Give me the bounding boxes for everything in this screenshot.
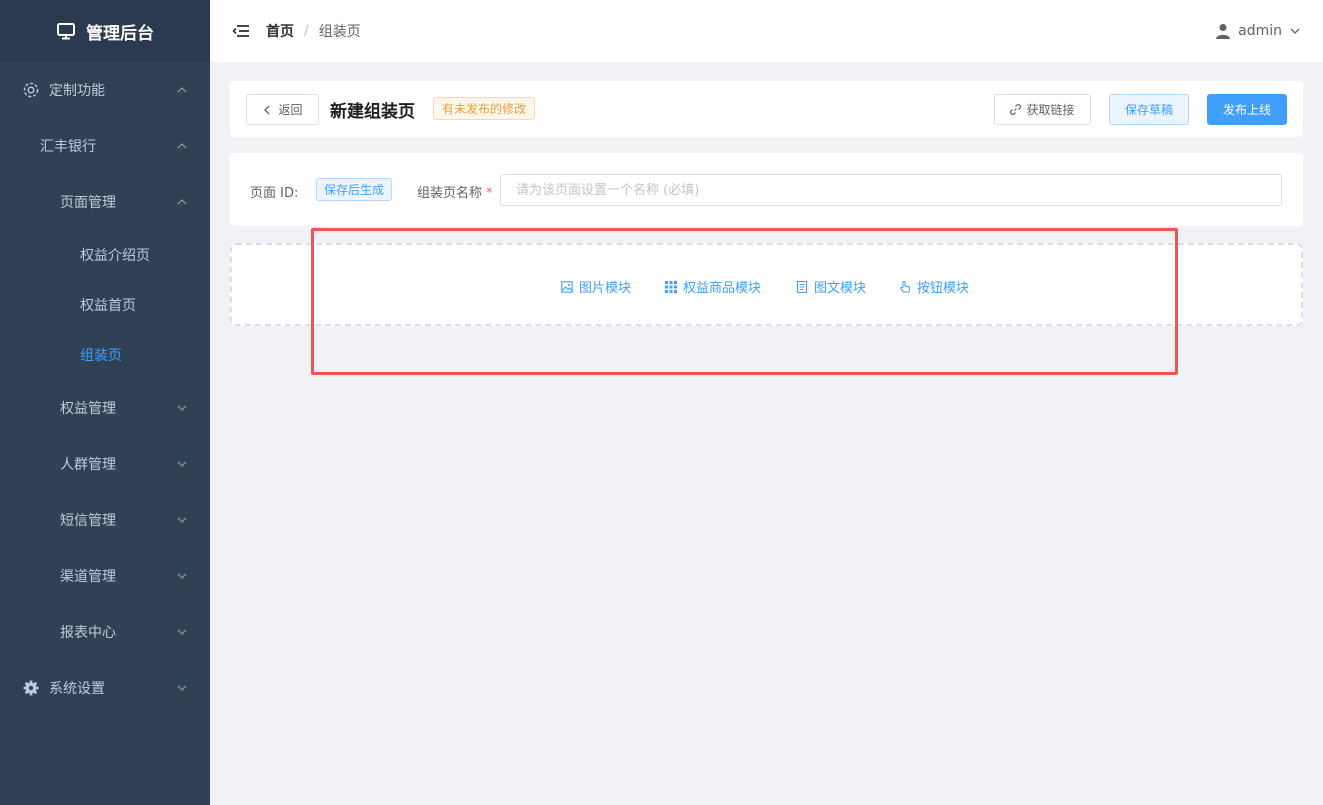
module-label: 图文模块: [814, 281, 867, 296]
user-dropdown[interactable]: admin: [1215, 0, 1301, 62]
image-icon: [561, 280, 573, 293]
menu-label: 页面管理: [60, 195, 116, 211]
menu-label: 渠道管理: [60, 569, 116, 585]
sidebar-item-benefit-intro[interactable]: 权益介绍页: [0, 230, 210, 280]
sidebar-item-benefit-home[interactable]: 权益首页: [0, 280, 210, 330]
sidebar: 管理后台 定制功能 汇丰银行 页面管理 权益介绍页 权益首页 组装页 权益管理 …: [0, 0, 210, 805]
breadcrumb-home[interactable]: 首页: [266, 21, 294, 41]
chevron-down-icon: [176, 402, 188, 414]
module-label: 权益商品模块: [683, 281, 762, 296]
menu-channel-management[interactable]: 渠道管理: [0, 548, 210, 604]
add-image-text-module-button[interactable]: 图文模块: [796, 277, 866, 296]
breadcrumb-current: 组装页: [318, 24, 361, 40]
chevron-down-icon: [176, 514, 188, 526]
menu-sms-management[interactable]: 短信管理: [0, 492, 210, 548]
page-title: 新建组装页: [330, 102, 415, 122]
add-benefit-product-module-button[interactable]: 权益商品模块: [665, 277, 761, 296]
menu-page-management[interactable]: 页面管理: [0, 174, 210, 230]
back-button[interactable]: 返回: [246, 94, 319, 125]
breadcrumb: 首页 / 组装页: [266, 21, 361, 41]
page-name-label: 组装页名称 *: [417, 182, 493, 201]
page-name-label-text: 组装页名称: [417, 186, 483, 201]
menu-hsbc[interactable]: 汇丰银行: [0, 118, 210, 174]
menu-report-center[interactable]: 报表中心: [0, 604, 210, 660]
module-label: 按钮模块: [917, 281, 970, 296]
menu-toggle-icon[interactable]: [232, 22, 250, 40]
module-label: 图片模块: [579, 281, 632, 296]
back-label: 返回: [278, 103, 303, 117]
chevron-up-icon: [176, 196, 188, 208]
menu-label: 短信管理: [60, 513, 116, 529]
add-image-module-button[interactable]: 图片模块: [561, 277, 631, 296]
page-id-badge: 保存后生成: [316, 178, 393, 201]
pointer-icon: [899, 280, 911, 293]
document-icon: [796, 280, 808, 293]
app-title: 管理后台: [86, 23, 154, 44]
menu-benefit-management[interactable]: 权益管理: [0, 380, 210, 436]
username: admin: [1238, 23, 1282, 39]
menu-label: 人群管理: [60, 457, 116, 473]
menu-custom-features[interactable]: 定制功能: [0, 62, 210, 118]
page-id-label: 页面 ID:: [250, 186, 299, 201]
module-add-zone: 图片模块 权益商品模块 图文模块 按钮模块: [230, 243, 1303, 326]
settings-icon: [22, 679, 40, 697]
get-link-button[interactable]: 获取链接: [994, 94, 1091, 125]
menu-audience-management[interactable]: 人群管理: [0, 436, 210, 492]
page-info-form: 页面 ID: 保存后生成 组装页名称 *: [230, 153, 1303, 226]
menu-label: 汇丰银行: [40, 139, 96, 155]
menu-label: 权益介绍页: [80, 248, 150, 264]
gear-icon: [22, 81, 40, 99]
add-button-module-button[interactable]: 按钮模块: [899, 277, 969, 296]
link-icon: [1010, 104, 1022, 115]
chevron-up-icon: [176, 140, 188, 152]
chevron-down-icon: [176, 570, 188, 582]
chevron-left-icon: [262, 105, 272, 115]
monitor-icon: [56, 21, 76, 41]
chevron-down-icon: [176, 682, 188, 694]
sidebar-item-assembly-page[interactable]: 组装页: [0, 330, 210, 380]
chevron-up-icon: [176, 84, 188, 96]
save-draft-button[interactable]: 保存草稿: [1109, 94, 1189, 125]
status-badge: 有未发布的修改: [433, 97, 536, 120]
grid-icon: [665, 280, 677, 293]
publish-button[interactable]: 发布上线: [1207, 94, 1287, 125]
required-mark: *: [486, 186, 493, 201]
breadcrumb-separator: /: [304, 23, 309, 39]
chevron-down-icon: [176, 458, 188, 470]
menu-label: 权益管理: [60, 401, 116, 417]
menu-label: 定制功能: [49, 83, 105, 99]
chevron-down-icon: [176, 626, 188, 638]
top-header: 首页 / 组装页 admin: [210, 0, 1323, 62]
user-icon: [1215, 23, 1231, 39]
menu-label: 报表中心: [60, 625, 116, 641]
get-link-label: 获取链接: [1026, 103, 1075, 117]
menu-label: 组装页: [80, 348, 122, 364]
menu-label: 系统设置: [49, 681, 105, 697]
page-toolbar: 返回 新建组装页 有未发布的修改 获取链接 保存草稿 发布上线: [230, 81, 1303, 137]
menu-system-settings[interactable]: 系统设置: [0, 660, 210, 716]
menu-label: 权益首页: [80, 298, 136, 314]
chevron-down-icon: [1289, 25, 1301, 37]
page-name-input[interactable]: [500, 174, 1282, 206]
app-logo[interactable]: 管理后台: [0, 0, 210, 62]
